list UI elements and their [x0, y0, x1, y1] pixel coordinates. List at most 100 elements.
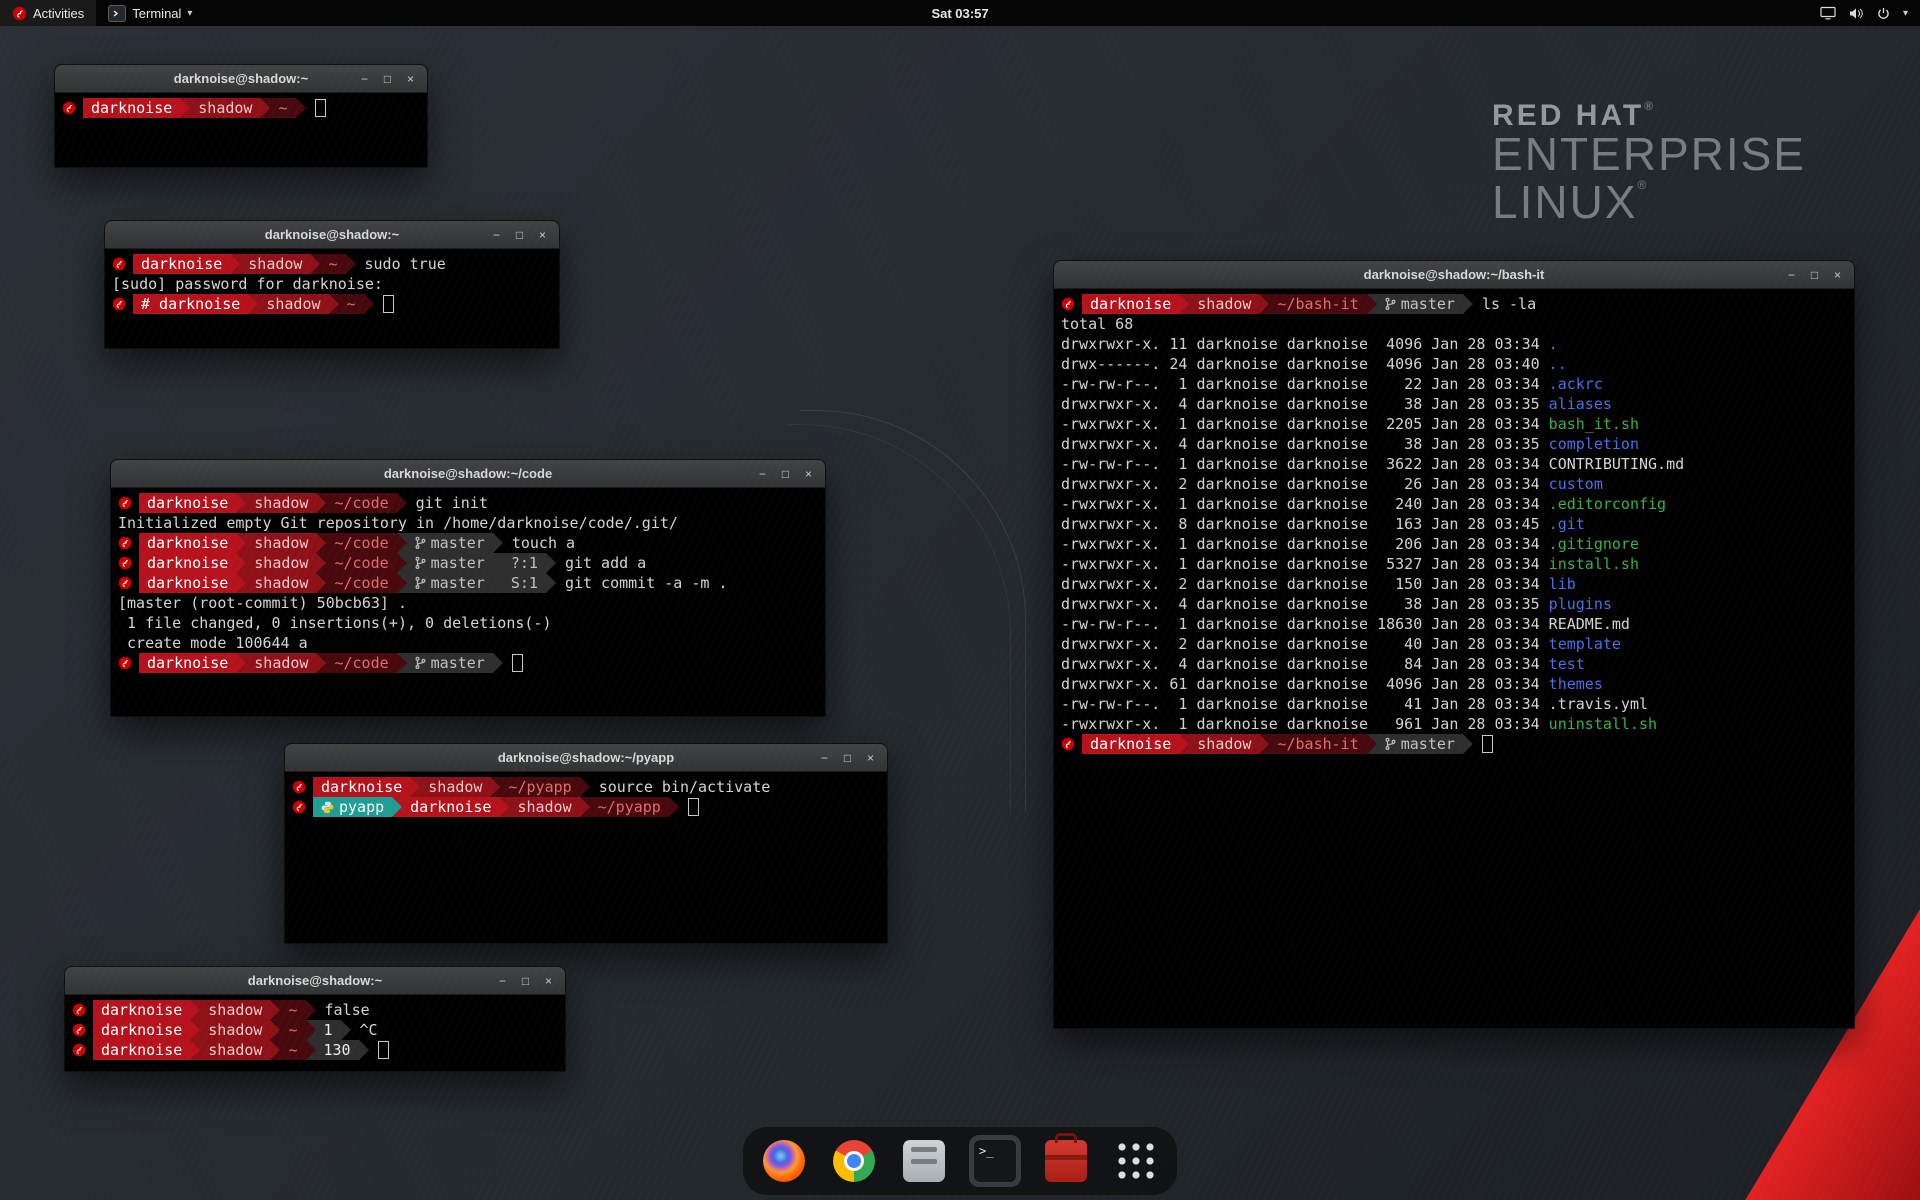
ls-filename: README.md [1549, 614, 1630, 634]
close-button[interactable]: × [533, 225, 552, 244]
window-titlebar[interactable]: darknoise@shadow:~−□× [105, 221, 559, 249]
powerline-separator-icon [490, 777, 500, 797]
maximize-button[interactable]: □ [516, 971, 535, 990]
powerline-separator-icon [270, 1020, 280, 1040]
terminal-line: drwxrwxr-x. 4 darknoise darknoise 38 Jan… [1061, 394, 1847, 414]
powerline-separator-icon [310, 254, 320, 274]
branch-icon [415, 536, 426, 550]
output-text: Initialized empty Git repository in /hom… [118, 513, 678, 533]
window-titlebar[interactable]: darknoise@shadow:~−□× [65, 967, 565, 995]
terminal-line: drwxrwxr-x. 2 darknoise darknoise 40 Jan… [1061, 634, 1847, 654]
window-titlebar[interactable]: darknoise@shadow:~/pyapp−□× [285, 744, 887, 772]
activities-button[interactable]: Activities [0, 0, 96, 26]
branch-icon [1385, 737, 1396, 751]
window-titlebar[interactable]: darknoise@shadow:~−□× [55, 65, 427, 93]
terminal-content[interactable]: darknoiseshadow~/codegit initInitialized… [111, 488, 825, 678]
terminal-content[interactable]: darknoiseshadow~falsedarknoiseshadow~1^C… [65, 995, 565, 1065]
terminal-content[interactable]: darknoiseshadow~/bash-itmasterls -latota… [1054, 289, 1854, 759]
ls-filename: lib [1549, 574, 1576, 594]
terminal-line: 1 file changed, 0 insertions(+), 0 delet… [118, 613, 818, 633]
terminal-line: -rw-rw-r--. 1 darknoise darknoise 3622 J… [1061, 454, 1847, 474]
maximize-button[interactable]: □ [776, 464, 795, 483]
powerline-separator-icon [306, 1040, 316, 1060]
close-button[interactable]: × [799, 464, 818, 483]
maximize-button[interactable]: □ [510, 225, 529, 244]
powerline-separator-icon [341, 1020, 351, 1040]
terminal-line: darknoiseshadow~ [62, 98, 420, 118]
terminal-window[interactable]: darknoise@shadow:~−□× darknoiseshadow~ [54, 64, 428, 168]
powerline-separator-icon [392, 797, 402, 817]
minimize-button[interactable]: − [487, 225, 506, 244]
minimize-button[interactable]: − [753, 464, 772, 483]
ls-filename: template [1549, 634, 1621, 654]
powerline-separator-icon [546, 573, 556, 593]
volume-icon [1849, 7, 1864, 20]
prompt-segment-host: shadow [246, 533, 316, 553]
terminal-window[interactable]: darknoise@shadow:~/pyapp−□×darknoiseshad… [284, 743, 888, 944]
ls-filename: .editorconfig [1549, 494, 1666, 514]
window-titlebar[interactable]: darknoise@shadow:~/bash-it−□× [1054, 261, 1854, 289]
system-status-area[interactable]: ▾ [1820, 0, 1920, 26]
powerline-separator-icon [316, 573, 326, 593]
minimize-button[interactable]: − [493, 971, 512, 990]
terminal-line: darknoiseshadow~false [72, 1000, 558, 1020]
prompt-segment-path: ~ [280, 1040, 305, 1060]
prompt-segment-user: darknoise [93, 1040, 190, 1060]
maximize-button[interactable]: □ [838, 748, 857, 767]
powerline-separator-icon [493, 533, 503, 553]
ls-row: drwxrwxr-x. 4 darknoise darknoise 38 Jan… [1061, 434, 1549, 454]
maximize-button[interactable]: □ [1805, 265, 1824, 284]
terminal-window[interactable]: darknoise@shadow:~−□×darknoiseshadow~sud… [104, 220, 560, 349]
prompt-segment-host: shadow [200, 1020, 270, 1040]
app-menu-terminal[interactable]: Terminal ▾ [96, 0, 204, 26]
prompt-segment-user: darknoise [93, 1000, 190, 1020]
close-button[interactable]: × [861, 748, 880, 767]
powerline-separator-icon [316, 653, 326, 673]
close-button[interactable]: × [401, 69, 420, 88]
minimize-button[interactable]: − [815, 748, 834, 767]
window-titlebar[interactable]: darknoise@shadow:~/code−□× [111, 460, 825, 488]
dock-item-app-grid[interactable] [1111, 1136, 1161, 1186]
prompt-segment-host: shadow [1189, 294, 1259, 314]
terminal-content[interactable]: darknoiseshadow~ [55, 93, 427, 123]
terminal-window[interactable]: darknoise@shadow:~/code−□×darknoiseshado… [110, 459, 826, 717]
command-text: touch a [503, 533, 575, 553]
dock-item-terminal[interactable]: >_ [969, 1135, 1021, 1187]
redhat-prompt-icon [1061, 734, 1075, 754]
dock-item-toolbox[interactable] [1041, 1136, 1091, 1186]
powerline-separator-icon [493, 553, 503, 573]
terminal-window[interactable]: darknoise@shadow:~−□×darknoiseshadow~fal… [64, 966, 566, 1072]
ls-row: -rw-rw-r--. 1 darknoise darknoise 22 Jan… [1061, 374, 1549, 394]
maximize-button[interactable]: □ [378, 69, 397, 88]
terminal-line: drwxrwxr-x. 4 darknoise darknoise 38 Jan… [1061, 434, 1847, 454]
dock-item-chrome[interactable] [829, 1136, 879, 1186]
prompt-segment-host: shadow [420, 777, 490, 797]
terminal-window[interactable]: darknoise@shadow:~/bash-it−□×darknoisesh… [1053, 260, 1855, 1029]
branch-icon [1385, 297, 1396, 311]
ls-row: -rw-rw-r--. 1 darknoise darknoise 41 Jan… [1061, 694, 1549, 714]
dock-item-files[interactable] [899, 1136, 949, 1186]
terminal-line: darknoiseshadow~/codemasterS:1git commit… [118, 573, 818, 593]
clock[interactable]: Sat 03:57 [931, 6, 988, 21]
prompt-segment-user: darknoise [139, 533, 236, 553]
terminal-content[interactable]: darknoiseshadow~sudo true[sudo] password… [105, 249, 559, 319]
minimize-button[interactable]: − [355, 69, 374, 88]
terminal-line: -rwxrwxr-x. 1 darknoise darknoise 961 Ja… [1061, 714, 1847, 734]
powerline-separator-icon [180, 98, 190, 118]
dock-item-firefox[interactable] [759, 1136, 809, 1186]
text-cursor [315, 99, 326, 117]
minimize-button[interactable]: − [1782, 265, 1801, 284]
desktop: RED HAT® ENTERPRISE LINUX® darknoise@sha… [0, 0, 1920, 1200]
text-cursor [378, 1041, 389, 1059]
prompt-segment-git: master [407, 533, 493, 553]
close-button[interactable]: × [539, 971, 558, 990]
command-text: source bin/activate [590, 777, 771, 797]
terminal-line: darknoiseshadow~/codegit init [118, 493, 818, 513]
terminal-line: darknoiseshadow~1^C [72, 1020, 558, 1040]
terminal-line: [sudo] password for darknoise: [112, 274, 552, 294]
terminal-content[interactable]: darknoiseshadow~/pyappsource bin/activat… [285, 772, 887, 822]
powerline-separator-icon [248, 294, 258, 314]
prompt-segment-path: ~/code [326, 533, 396, 553]
powerline-separator-icon [580, 777, 590, 797]
close-button[interactable]: × [1828, 265, 1847, 284]
